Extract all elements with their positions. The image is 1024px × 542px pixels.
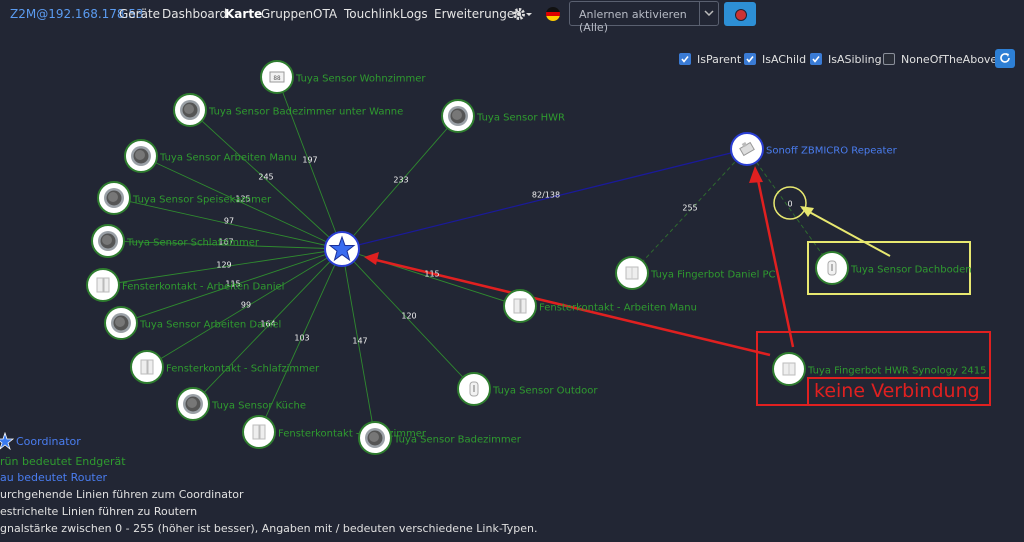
node-badezimmer[interactable] (358, 421, 392, 455)
node-label-dachboden[interactable]: Tuya Sensor Dachboden (851, 265, 972, 276)
link-quality-label: 129 (216, 260, 232, 270)
node-label-speisekammer[interactable]: Tuya Sensor Speisekammer (133, 195, 271, 206)
link-quality-label: 0 (787, 199, 793, 209)
node-badezimmer-wanne[interactable] (173, 93, 207, 127)
star-icon (328, 235, 356, 262)
link-quality-label: 120 (401, 311, 417, 321)
node-hwr[interactable] (441, 99, 475, 133)
node-fingerbot-hwr[interactable] (772, 352, 806, 386)
node-kueche[interactable] (176, 387, 210, 421)
device-icon (782, 362, 796, 376)
node-arbeiten-manu[interactable] (124, 139, 158, 173)
node-fingerbot-daniel[interactable] (615, 256, 649, 290)
annotation-red-arrowhead-coordinator (364, 252, 379, 265)
device-icon (98, 231, 118, 251)
node-repeater[interactable] (730, 132, 764, 166)
node-label-kueche[interactable]: Tuya Sensor Küche (212, 401, 306, 412)
node-arbeiten-daniel[interactable] (104, 306, 138, 340)
device-icon (183, 394, 203, 414)
svg-text:88: 88 (273, 75, 281, 82)
device-icon (140, 359, 154, 375)
device-icon (104, 188, 124, 208)
legend-green: rün bedeutet Endgerät (0, 455, 126, 468)
node-label-arbeiten-manu[interactable]: Tuya Sensor Arbeiten Manu (160, 153, 297, 164)
node-fk-schlafzimmer[interactable] (130, 350, 164, 384)
annotation-yellow-arrow (801, 207, 891, 257)
annotation-keine-verbindung: keine Verbindung (814, 380, 980, 402)
link-quality-label: 99 (240, 300, 252, 310)
link-quality-label: 97 (223, 216, 235, 226)
device-icon (252, 424, 266, 440)
node-label-badezimmer[interactable]: Tuya Sensor Badezimmer (394, 435, 521, 446)
node-label-repeater[interactable]: Sonoff ZBMICRO Repeater (766, 146, 897, 157)
device-icon (625, 266, 639, 280)
node-dachboden[interactable] (815, 251, 849, 285)
node-label-schlafzimmer[interactable]: Tuya Sensor Schlafzimmer (127, 238, 259, 249)
node-label-outdoor[interactable]: Tuya Sensor Outdoor (493, 386, 597, 397)
device-icon (739, 141, 755, 157)
node-label-hwr[interactable]: Tuya Sensor HWR (477, 113, 565, 124)
device-icon (180, 100, 200, 120)
link-dachboden-repeater (746, 148, 833, 269)
star-icon (0, 432, 14, 450)
device-icon (448, 106, 468, 126)
node-fk-arbeiten-daniel[interactable] (86, 268, 120, 302)
device-icon (111, 313, 131, 333)
device-icon (827, 260, 837, 276)
device-icon (513, 298, 527, 314)
node-fk-arbeiten-manu[interactable] (503, 289, 537, 323)
device-icon (365, 428, 385, 448)
link-quality-label: 103 (294, 333, 310, 343)
node-speisekammer[interactable] (97, 181, 131, 215)
link-quality-label: 245 (258, 172, 274, 182)
node-schlafzimmer[interactable] (91, 224, 125, 258)
node-label-fk-arbeiten-daniel[interactable]: Fensterkontakt - Arbeiten Daniel (122, 282, 284, 293)
annotation-yellow-arrowhead (800, 206, 814, 217)
node-label-fk-schlafzimmer[interactable]: Fensterkontakt - Schlafzimmer (166, 364, 319, 375)
link-quality-label: 197 (302, 155, 318, 165)
legend-strength: gnalstärke zwischen 0 - 255 (höher ist b… (0, 522, 538, 535)
link-quality-label: 82/138 (531, 190, 561, 200)
legend-dashed: estrichelte Linien führen zu Routern (0, 505, 198, 518)
device-icon (131, 146, 151, 166)
device-icon: 88 (269, 71, 285, 83)
node-label-wohnzimmer[interactable]: Tuya Sensor Wohnzimmer (296, 74, 425, 85)
legend-blue: au bedeutet Router (0, 471, 108, 484)
node-label-arbeiten-daniel[interactable]: Tuya Sensor Arbeiten Daniel (140, 320, 281, 331)
link-quality-label: 255 (682, 203, 698, 213)
node-label-fingerbot-hwr[interactable]: Tuya Fingerbot HWR Synology 2415 (808, 366, 987, 377)
device-icon (96, 277, 110, 293)
node-wohnzimmer[interactable]: 88 (260, 60, 294, 94)
node-label-fingerbot-daniel[interactable]: Tuya Fingerbot Daniel PC (651, 270, 776, 281)
node-coordinator[interactable] (324, 231, 360, 267)
link-quality-label: 147 (352, 336, 368, 346)
node-label-badezimmer-wanne[interactable]: Tuya Sensor Badezimmer unter Wanne (209, 107, 403, 118)
legend-solid: urchgehende Linien führen zum Coordinato… (0, 488, 244, 501)
legend-coordinator: Coordinator (16, 435, 81, 448)
device-icon (469, 381, 479, 397)
node-fk-badezimmer[interactable] (242, 415, 276, 449)
node-label-fk-arbeiten-manu[interactable]: Fensterkontakt - Arbeiten Manu (539, 303, 697, 314)
link-quality-label: 115 (424, 269, 440, 279)
node-outdoor[interactable] (457, 372, 491, 406)
link-quality-label: 233 (393, 175, 409, 185)
